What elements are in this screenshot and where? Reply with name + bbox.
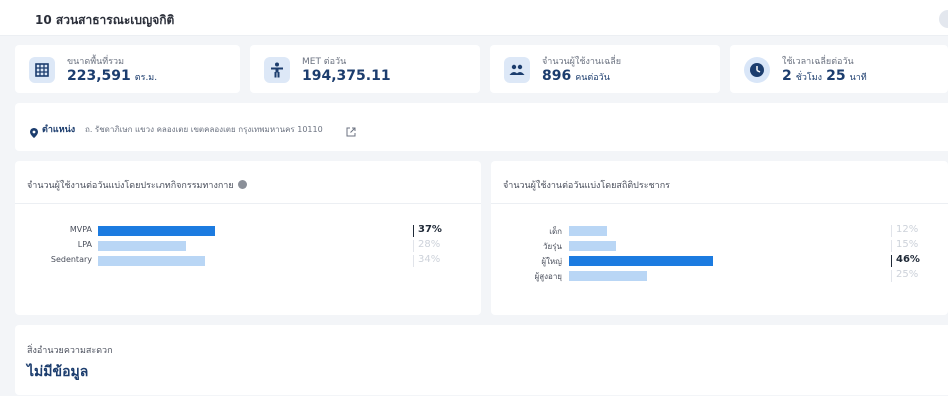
grid-icon bbox=[29, 57, 55, 83]
location-pin-icon bbox=[30, 123, 38, 142]
bar-percent: 12% bbox=[890, 224, 919, 237]
bar[interactable] bbox=[98, 226, 215, 236]
bar[interactable] bbox=[569, 226, 607, 236]
stat-label: ใช้เวลาเฉลี่ยต่อวัน bbox=[782, 57, 854, 67]
bar-label: เด็ก bbox=[549, 227, 562, 236]
facilities-label: สิ่งอำนวยความสะดวก bbox=[27, 346, 113, 356]
stat-unit: คนต่อวัน bbox=[575, 73, 610, 83]
divider bbox=[15, 203, 481, 204]
info-icon[interactable] bbox=[237, 180, 247, 189]
bar-percent: 15% bbox=[890, 239, 919, 252]
bar[interactable] bbox=[569, 241, 616, 251]
divider bbox=[491, 203, 948, 204]
person-icon bbox=[264, 57, 290, 83]
bar-row: LPA 28% bbox=[15, 239, 481, 252]
stat-label: ขนาดพื้นที่รวม bbox=[67, 57, 125, 67]
stat-value: 194,375.11 bbox=[302, 68, 391, 84]
facilities-card: สิ่งอำนวยความสะดวก ไม่มีข้อมูล bbox=[15, 325, 948, 395]
stat-label: จำนวนผู้ใช้งานเฉลี่ย bbox=[542, 57, 622, 67]
stat-value: 2 ชั่วโมง 25 นาที bbox=[782, 68, 867, 84]
bar[interactable] bbox=[98, 241, 186, 251]
bar-percent: 28% bbox=[412, 239, 441, 252]
location-label: ตำแหน่ง bbox=[42, 125, 76, 135]
stat-value: 896 คนต่อวัน bbox=[542, 68, 610, 84]
bar-label: MVPA bbox=[69, 225, 92, 234]
bar-percent: 46% bbox=[891, 254, 920, 267]
bar-percent: 25% bbox=[890, 269, 919, 282]
stat-card-time: ใช้เวลาเฉลี่ยต่อวัน 2 ชั่วโมง 25 นาที bbox=[730, 45, 948, 93]
stat-card-area: ขนาดพื้นที่รวม 223,591 ตร.ม. bbox=[15, 45, 240, 93]
hours-unit: ชั่วโมง bbox=[795, 73, 823, 83]
bar-percent: 37% bbox=[413, 224, 442, 237]
stat-card-met: MET ต่อวัน 194,375.11 bbox=[250, 45, 480, 93]
bar-row: Sedentary 34% bbox=[15, 254, 481, 267]
bar-row: เด็ก 12% bbox=[491, 224, 948, 237]
minutes-unit: นาที bbox=[849, 73, 867, 83]
bar-row: ผู้สูงอายุ 25% bbox=[491, 269, 948, 282]
stat-unit: ตร.ม. bbox=[134, 73, 158, 83]
bar-label: ผู้ใหญ่ bbox=[541, 257, 562, 266]
bar-row: ผู้ใหญ่ 46% bbox=[491, 254, 948, 267]
bar-label: LPA bbox=[77, 240, 92, 249]
bar-row: MVPA 37% bbox=[15, 224, 481, 237]
activity-chart-card: จำนวนผู้ใช้งานต่อวันแบ่งโดยประเภทกิจกรรม… bbox=[15, 161, 481, 315]
bar-percent: 34% bbox=[412, 254, 441, 267]
bar[interactable] bbox=[569, 256, 713, 266]
bar-label: Sedentary bbox=[50, 255, 92, 264]
bar-label: วัยรุ่น bbox=[543, 242, 562, 251]
bar-row: วัยรุ่น 15% bbox=[491, 239, 948, 252]
bar[interactable] bbox=[569, 271, 647, 281]
stat-value: 223,591 ตร.ม. bbox=[67, 68, 158, 84]
demographic-chart-title: จำนวนผู้ใช้งานต่อวันแบ่งโดยสถิติประชากร bbox=[503, 181, 670, 191]
activity-chart-title: จำนวนผู้ใช้งานต่อวันแบ่งโดยประเภทกิจกรรม… bbox=[27, 178, 247, 192]
facilities-value: ไม่มีข้อมูล bbox=[27, 364, 89, 380]
stat-card-users: จำนวนผู้ใช้งานเฉลี่ย 896 คนต่อวัน bbox=[490, 45, 720, 93]
location-address: ถ. รัชดาภิเษก แขวง คลองเตย เขตคลองเตย กร… bbox=[85, 125, 323, 134]
header-action-button[interactable] bbox=[939, 10, 948, 28]
location-card: ตำแหน่ง ถ. รัชดาภิเษก แขวง คลองเตย เขตคล… bbox=[15, 103, 948, 151]
bar[interactable] bbox=[98, 256, 205, 266]
page-header: 10 สวนสาธารณะเบญจกิติ bbox=[0, 0, 948, 36]
clock-icon bbox=[744, 57, 770, 83]
demographic-chart-card: จำนวนผู้ใช้งานต่อวันแบ่งโดยสถิติประชากร … bbox=[491, 161, 948, 315]
people-icon bbox=[504, 57, 530, 83]
park-title: 10 สวนสาธารณะเบญจกิติ bbox=[35, 13, 175, 27]
external-link-icon[interactable] bbox=[346, 122, 356, 141]
stat-label: MET ต่อวัน bbox=[302, 57, 347, 67]
bar-label: ผู้สูงอายุ bbox=[534, 272, 562, 281]
